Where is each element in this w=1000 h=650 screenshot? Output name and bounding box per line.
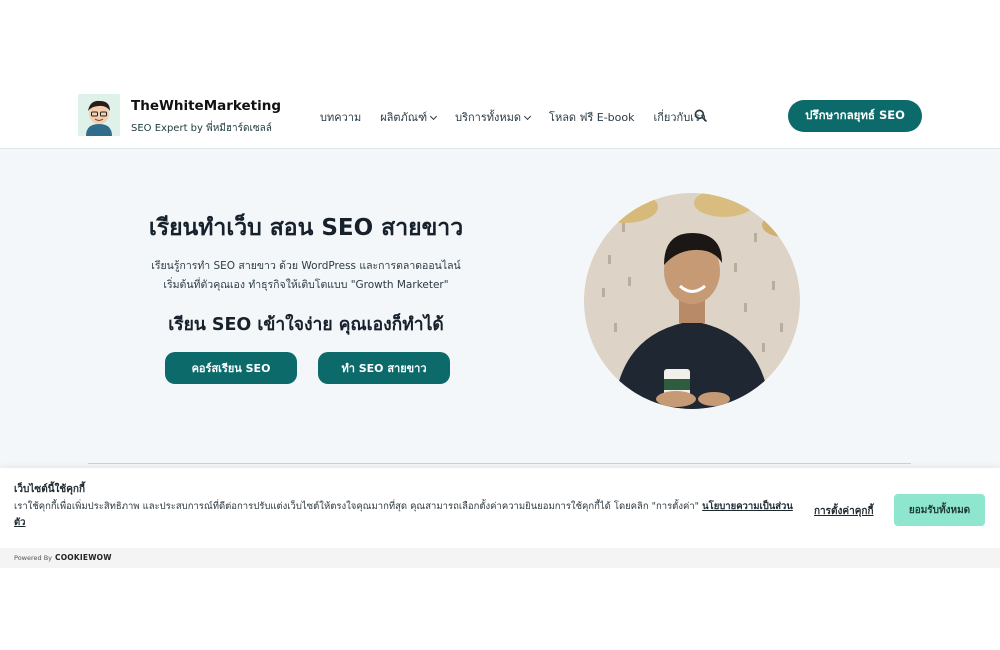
nav-item-ebook[interactable]: โหลด ฟรี E-book [549,108,634,126]
consult-seo-button[interactable]: ปรึกษากลยุทธ์ SEO [788,100,922,132]
hero-subtitle: เรียน SEO เข้าใจง่าย คุณเองก็ทำได้ [168,315,444,335]
brand-logo[interactable] [78,94,120,136]
chevron-down-icon [430,112,438,120]
person-photo-icon [584,193,800,409]
seo-course-button[interactable]: คอร์สเรียน SEO [165,352,297,384]
cookie-text: เราใช้คุกกี้เพื่อเพิ่มประสิทธิภาพ และประ… [14,501,700,512]
cookie-settings-link[interactable]: การตั้งค่าคุกกี้ [814,504,874,519]
powered-by-bar: Powered By COOKIEWOW [0,548,1000,568]
nav-item-services[interactable]: บริการทั้งหมด [455,108,532,126]
search-icon[interactable] [694,109,707,122]
nav-item-label: ผลิตภัณฑ์ [380,111,428,124]
hero-title: เรียนทำเว็บ สอน SEO สายขาว [148,215,464,241]
brand-name[interactable]: TheWhiteMarketing [131,98,281,114]
profile-photo [584,193,800,409]
hero-description: เรียนรู้การทำ SEO สายขาว ด้วย WordPress … [0,257,612,295]
accept-all-button[interactable]: ยอมรับทั้งหมด [894,494,985,526]
hero-description-line: เริ่มต้นที่ตัวคุณเอง ทำธุรกิจให้เติบโตแบ… [163,279,449,291]
cookie-consent-bar: เว็บไซต์นี้ใช้คุกกี้ เราใช้คุกกี้เพื่อเพ… [0,468,1000,548]
nav-item-label: บริการทั้งหมด [455,111,522,124]
nav-item-label: โหลด ฟรี E-book [549,111,635,124]
hero-section: เรียนทำเว็บ สอน SEO สายขาว เรียนรู้การทำ… [0,149,1000,469]
cookiewow-logo: COOKIEWOW [55,553,112,562]
chevron-down-icon [523,112,532,120]
site-header: TheWhiteMarketing SEO Expert by พี่หมีฮา… [0,80,1000,149]
hero-description-line: เรียนรู้การทำ SEO สายขาว ด้วย WordPress … [151,260,461,272]
nav-item-label: บทความ [320,111,362,124]
cookie-title: เว็บไซต์นี้ใช้คุกกี้ [14,484,85,495]
brand-tagline: SEO Expert by พี่หมีฮาร์ดเซลล์ [131,123,272,134]
main-nav: บทความ ผลิตภัณฑ์ บริการทั้งหมด โหลด ฟรี … [320,108,725,126]
powered-by-label: Powered By [14,553,53,562]
white-hat-seo-button[interactable]: ทำ SEO สายขาว [318,352,450,384]
nav-item-products[interactable]: ผลิตภัณฑ์ [380,108,438,126]
avatar-cartoon-icon [78,94,120,136]
cookie-description: เราใช้คุกกี้เพื่อเพิ่มประสิทธิภาพ และประ… [14,499,804,531]
powered-by[interactable]: Powered By COOKIEWOW [14,553,112,562]
section-divider [88,463,911,464]
nav-item-articles[interactable]: บทความ [320,108,361,126]
